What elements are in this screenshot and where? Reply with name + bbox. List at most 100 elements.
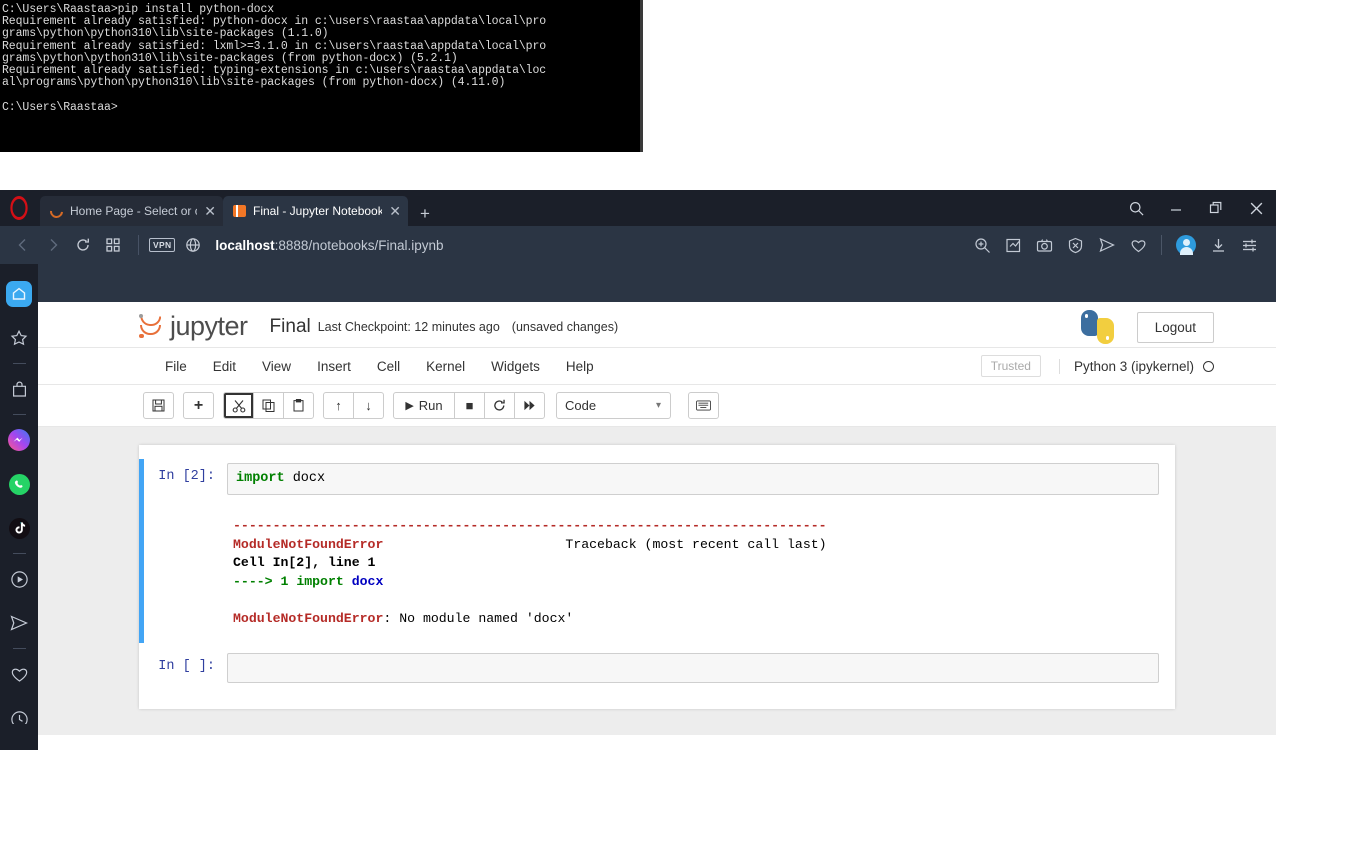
star-icon[interactable] [6,325,32,351]
console-scrollbar[interactable] [640,0,643,152]
toolbar-group-clipboard [223,392,314,419]
save-button[interactable] [143,392,174,419]
forward-button[interactable] [38,230,68,260]
menu-kernel[interactable]: Kernel [413,355,478,378]
jupyter-toolbar: + ↑ ↓ ▶ Run ■ Code ▾ [38,385,1276,427]
camera-icon[interactable] [1036,237,1053,254]
browser-tab-final-jupyter-notebook[interactable]: Final - Jupyter Notebook ✕ [223,196,408,226]
logout-label: Logout [1154,319,1196,335]
paste-cell-button[interactable] [283,392,314,419]
restart-kernel-button[interactable] [484,392,515,419]
player-icon[interactable] [6,566,32,592]
browser-action-icons [974,235,1268,255]
command-prompt-window[interactable]: C:\Users\Raastaa>pip install python-docx… [0,0,643,152]
run-button[interactable]: ▶ Run [393,392,455,419]
unsaved-changes-label: (unsaved changes) [511,319,619,334]
trusted-badge[interactable]: Trusted [980,355,1041,377]
run-icon: ▶ [405,400,414,412]
menu-widgets[interactable]: Widgets [478,355,553,378]
stop-button[interactable]: ■ [454,392,485,419]
shopping-bag-icon[interactable] [6,376,32,402]
heart-icon[interactable] [6,661,32,687]
opera-sidebar [0,264,38,750]
tiktok-icon[interactable] [6,515,32,541]
menu-cell[interactable]: Cell [364,355,413,378]
kernel-name-label[interactable]: Python 3 (ipykernel) [1058,358,1194,374]
close-icon[interactable]: ✕ [204,204,216,218]
cell-type-select[interactable]: Code ▾ [556,392,671,419]
whatsapp-icon[interactable] [6,471,32,497]
tab-title: Home Page - Select or crea [70,204,197,218]
download-icon[interactable] [1210,237,1227,254]
reload-icon[interactable] [68,230,98,260]
logout-button[interactable]: Logout [1136,311,1214,343]
menubar-right-group: Trusted Python 3 (ipykernel) [980,355,1214,377]
cell-prompt: In [2]: [158,469,215,484]
tab-title: Final - Jupyter Notebook [253,204,383,218]
toolbar-group-save [143,392,174,419]
minimize-button[interactable] [1156,190,1196,226]
close-button[interactable] [1236,190,1276,226]
error-name: ModuleNotFoundError [233,536,384,552]
url-text[interactable]: localhost:8888/notebooks/Final.ipynb [215,238,443,253]
traceback-location: Cell In[2], line 1 [233,555,376,571]
shield-block-icon[interactable] [1067,237,1084,254]
home-icon[interactable] [6,281,32,307]
vpn-badge[interactable]: VPN [149,238,176,252]
grid-icon[interactable] [98,230,128,260]
messenger-icon[interactable] [6,427,32,453]
send-icon[interactable] [1098,236,1116,254]
clock-icon[interactable] [6,710,32,724]
code-cell-1[interactable]: In [2]: import docx --------------------… [139,459,1175,643]
search-icon[interactable] [1116,190,1156,226]
new-tab-button[interactable]: + [408,205,442,226]
toolbar-group-move: ↑ ↓ [323,392,384,419]
heart-icon[interactable] [1130,237,1147,254]
menu-file[interactable]: File [152,355,200,378]
settings-sliders-icon[interactable] [1241,237,1258,254]
jupyter-logo-icon [138,313,164,340]
restore-button[interactable] [1196,190,1236,226]
toolbar-divider [138,235,139,255]
python-logo-icon [1080,310,1115,344]
toolbar-divider [1161,235,1162,255]
traceback-label: Traceback (most recent call last) [565,536,827,552]
menu-view[interactable]: View [249,355,304,378]
move-cell-up-button[interactable]: ↑ [323,392,354,419]
jupyter-wordmark: jupyter [170,311,248,341]
run-label: Run [418,398,443,413]
screenshot-root: C:\Users\Raastaa>pip install python-docx… [0,0,1372,848]
insert-cell-button[interactable]: + [183,392,214,419]
cell-type-value: Code [565,398,597,413]
jupyter-logo[interactable]: jupyter [138,311,248,342]
command-palette-button[interactable] [688,392,719,419]
edit-pin-icon[interactable] [1005,237,1022,254]
notebook-name[interactable]: Final [270,316,311,338]
code-input-area[interactable] [227,652,1159,683]
cell-body: import docx ----------------------------… [227,463,1159,639]
url-path: :8888/notebooks/Final.ipynb [274,237,444,253]
cut-cell-button[interactable] [223,392,254,419]
sidebar-separator [12,363,26,364]
avatar[interactable] [1176,235,1196,255]
traceback-rule: ----------------------------------------… [233,518,827,533]
zoom-in-icon[interactable] [974,237,991,254]
url-host: localhost [215,237,275,253]
globe-icon[interactable] [185,237,201,253]
menu-help[interactable]: Help [553,355,607,378]
menu-edit[interactable]: Edit [200,355,249,378]
back-button[interactable] [8,230,38,260]
toolbar-group-add: + [183,392,214,419]
telegram-icon[interactable] [6,610,32,636]
jupyter-header: jupyter Final Last Checkpoint: 12 minute… [38,302,1276,347]
jupyter-book-icon [233,205,246,217]
browser-tab-home-page[interactable]: Home Page - Select or crea ✕ [40,196,223,226]
code-input-area[interactable]: import docx [227,463,1159,495]
code-cell-2[interactable]: In [ ]: [139,649,1175,687]
restart-run-all-button[interactable] [514,392,545,419]
close-icon[interactable]: ✕ [389,204,401,218]
menu-insert[interactable]: Insert [304,355,364,378]
move-cell-down-button[interactable]: ↓ [353,392,384,419]
toolbar-group-palette [688,392,719,419]
copy-cell-button[interactable] [253,392,284,419]
